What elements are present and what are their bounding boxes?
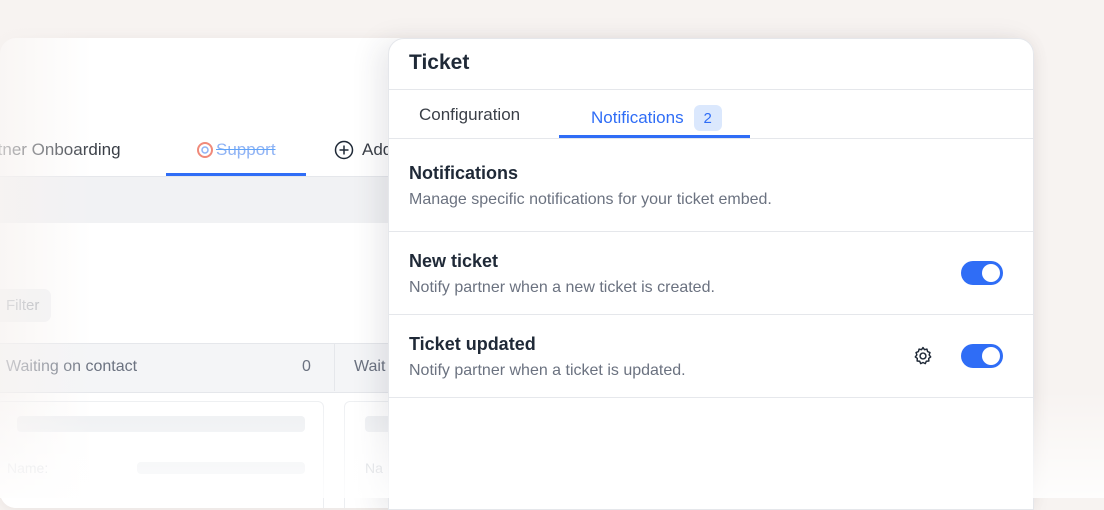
column-count: 0	[302, 358, 311, 375]
new-ticket-toggle[interactable]	[961, 261, 1003, 285]
section-description: Manage specific notifications for your t…	[409, 191, 772, 208]
notification-title: New ticket	[409, 251, 499, 271]
ticket-updated-toggle[interactable]	[961, 344, 1003, 368]
tab-support[interactable]: Support	[196, 140, 276, 160]
section-title: Notifications	[409, 163, 519, 183]
placeholder-bar	[17, 416, 305, 432]
ticket-settings-panel: Ticket Configuration Notifications 2 Not…	[388, 38, 1034, 510]
column-title: Wait	[354, 358, 386, 375]
notification-description: Notify partner when a new ticket is crea…	[409, 279, 715, 296]
notification-description: Notify partner when a ticket is updated.	[409, 362, 686, 379]
toggle-knob	[982, 264, 1000, 282]
divider	[389, 89, 1033, 90]
board-card[interactable]: Name:	[0, 401, 324, 508]
tab-label: Support	[216, 140, 276, 159]
notification-title: Ticket updated	[409, 334, 536, 354]
divider	[389, 231, 1033, 232]
count-badge: 2	[693, 105, 722, 131]
filter-button[interactable]: Filter	[0, 289, 52, 322]
add-tab-button[interactable]: Add	[334, 140, 392, 160]
lifebuoy-icon	[197, 142, 213, 158]
plus-circle-icon	[334, 140, 354, 160]
card-field-label: Na	[365, 460, 383, 476]
divider	[389, 138, 1033, 139]
tab-notifications[interactable]: Notifications 2	[591, 105, 722, 131]
column-separator	[334, 343, 335, 391]
tab-label: Notifications	[591, 108, 684, 127]
tab-label: rtner Onboarding	[0, 140, 121, 159]
placeholder-bar	[137, 462, 305, 474]
divider	[389, 314, 1033, 315]
card-field-label: Name:	[7, 460, 49, 476]
tab-label: Configuration	[419, 105, 521, 124]
toggle-knob	[982, 347, 1000, 365]
column-title: Waiting on contact	[6, 358, 138, 375]
gear-icon[interactable]	[912, 345, 934, 367]
panel-title: Ticket	[409, 51, 470, 74]
tab-configuration[interactable]: Configuration	[419, 105, 520, 125]
tab-partner-onboarding[interactable]: rtner Onboarding	[0, 140, 121, 160]
filter-label: Filter	[6, 297, 40, 314]
divider	[389, 397, 1033, 398]
